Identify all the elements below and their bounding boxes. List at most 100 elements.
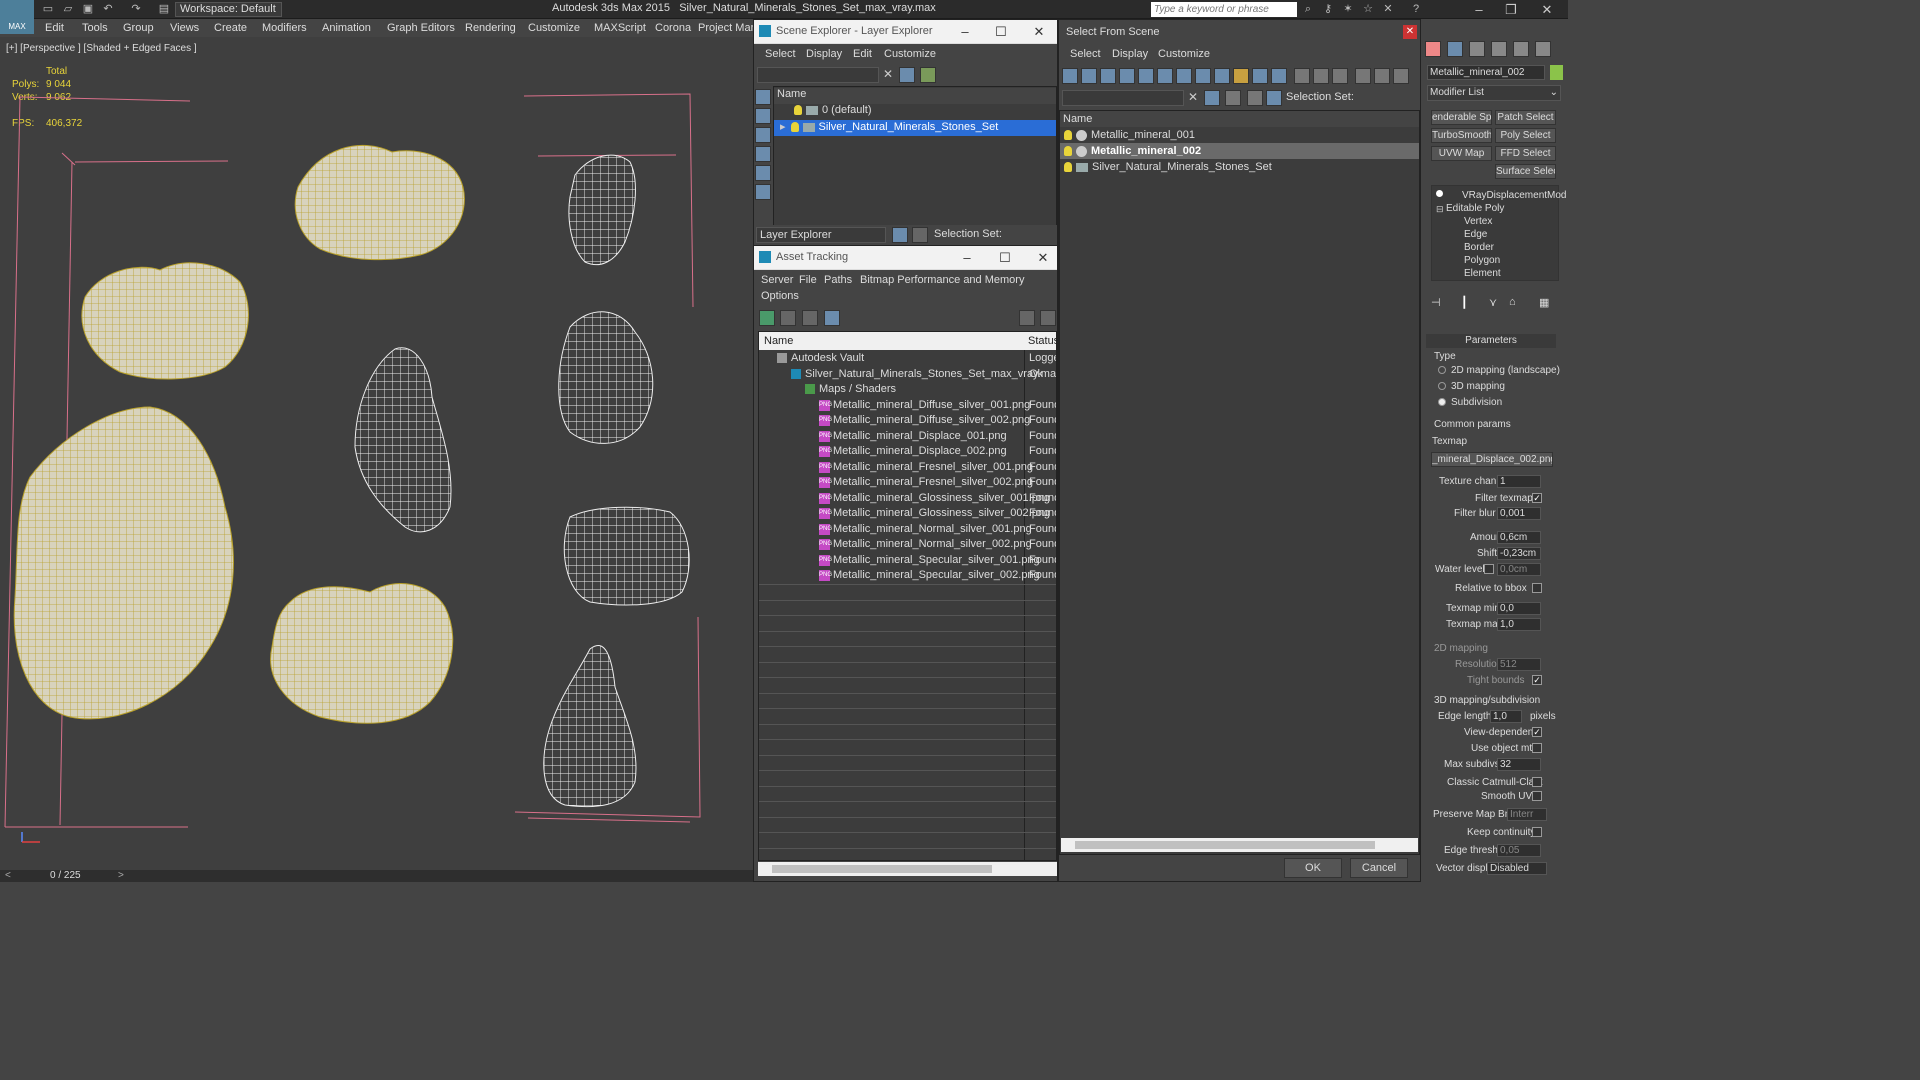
modifier-list-dropdown[interactable]: Modifier List ⌄ (1427, 85, 1561, 101)
modifier-btn-turbosmooth[interactable]: TurboSmooth (1431, 128, 1492, 143)
texmap-button[interactable]: _mineral_Displace_002.png) (1431, 452, 1553, 467)
sfs-lights-icon[interactable] (1100, 68, 1116, 84)
at-menu-options[interactable]: Options (761, 290, 799, 302)
sfs-containers-icon[interactable] (1233, 68, 1249, 84)
stone-mesh-4[interactable] (270, 583, 454, 724)
se-menu-display[interactable]: Display (806, 48, 842, 60)
sfs-find-filter-icon[interactable] (1204, 90, 1220, 106)
sfs-menu-customize[interactable]: Customize (1158, 48, 1210, 60)
menu-customize[interactable]: Customize (528, 22, 580, 34)
stone-wire-4[interactable] (563, 506, 690, 606)
filter-texmap-checkbox[interactable]: ✓ (1532, 493, 1542, 503)
se-name-header[interactable]: Name (774, 88, 1056, 104)
at-menu-bitmap[interactable]: Bitmap Performance and Memory (860, 274, 1024, 286)
menu-modifiers[interactable]: Modifiers (262, 22, 307, 34)
sfs-collapse-icon[interactable] (1393, 68, 1409, 84)
at-refresh-icon[interactable] (759, 310, 775, 326)
se-layers-icon[interactable] (920, 67, 936, 83)
new-file-icon[interactable]: ▭ (40, 2, 56, 17)
stone-wire-1[interactable] (568, 154, 636, 266)
smooth-uvs-checkbox[interactable] (1532, 791, 1542, 801)
se-menu-select[interactable]: Select (765, 48, 796, 60)
se-filter-icon[interactable] (899, 67, 915, 83)
edge-thresh-spinner[interactable]: 0,05 (1497, 844, 1541, 857)
app-logo[interactable]: MAX (0, 0, 34, 34)
classic-cc-checkbox[interactable] (1532, 777, 1542, 787)
filter-blur-spinner[interactable]: 0,001 (1497, 507, 1541, 520)
asset-row[interactable]: PNG Metallic_mineral_Specular_silver_001.… (759, 553, 1056, 569)
se-menu-edit[interactable]: Edit (853, 48, 872, 60)
open-file-icon[interactable]: ▱ (60, 2, 76, 17)
menu-project-manager[interactable]: Project Man (698, 22, 757, 34)
utilities-tab-icon[interactable] (1535, 41, 1551, 57)
se-menu-customize[interactable]: Customize (884, 48, 936, 60)
save-file-icon[interactable]: ▣ (80, 2, 96, 17)
stack-item-vray-displacement[interactable]: VRayDisplacementMod (1462, 190, 1567, 201)
menu-rendering[interactable]: Rendering (465, 22, 516, 34)
at-menu-paths[interactable]: Paths (824, 274, 852, 286)
sfs-hidden-icon[interactable] (1271, 68, 1287, 84)
sfs-spacewarps-icon[interactable] (1157, 68, 1173, 84)
asset-row[interactable]: Maps / Shaders (759, 382, 1056, 398)
undo-icon[interactable]: ↶ (100, 2, 116, 17)
asset-row[interactable]: PNG Metallic_mineral_Fresnel_silver_002.p… (759, 475, 1056, 491)
se-maximize-icon[interactable]: ☐ (986, 21, 1016, 43)
se-minimize-icon[interactable]: – (950, 21, 980, 43)
hierarchy-tab-icon[interactable] (1469, 41, 1485, 57)
max-subdivs-spinner[interactable]: 32 (1497, 758, 1541, 771)
modifier-btn-uvw-map[interactable]: UVW Map (1431, 146, 1492, 161)
asset-row[interactable]: PNG Metallic_mineral_Normal_silver_001.pn… (759, 522, 1056, 538)
modifier-btn-ffd-select[interactable]: FFD Select (1495, 146, 1556, 161)
menu-corona[interactable]: Corona (655, 22, 691, 34)
vector-displ-dropdown[interactable]: Disabled (1487, 862, 1547, 875)
asset-row[interactable]: PNG Metallic_mineral_Normal_silver_002.pn… (759, 537, 1056, 553)
stack-item-edge[interactable]: Edge (1464, 229, 1487, 240)
resolution-spinner[interactable]: 512 (1497, 658, 1541, 671)
stack-item-polygon[interactable]: Polygon (1464, 255, 1500, 266)
stack-collapse-icon[interactable]: ⊟ (1436, 204, 1444, 215)
se-display-cameras-icon[interactable] (755, 165, 771, 181)
sfs-filter-icon[interactable] (1355, 68, 1371, 84)
show-end-result-icon[interactable]: ┃ (1461, 296, 1468, 309)
at-help-icon[interactable] (1019, 310, 1035, 326)
workspace-dropdown[interactable]: Workspace: Default (175, 2, 282, 17)
tight-bounds-checkbox[interactable]: ✓ (1532, 675, 1542, 685)
explorer-type-dropdown[interactable]: Layer Explorer (756, 227, 886, 243)
at-table-icon[interactable] (824, 310, 840, 326)
close-icon[interactable]: ✕ (1536, 1, 1558, 18)
time-prev-icon[interactable]: < (5, 870, 11, 881)
preserve-map-bnd-dropdown[interactable]: Interr (1507, 808, 1547, 821)
connect-icon[interactable]: ✶ (1340, 2, 1356, 17)
se-footer-layers-icon[interactable] (892, 227, 908, 243)
visibility-bulb-icon[interactable] (790, 122, 799, 133)
sfs-clear-icon[interactable]: ✕ (1188, 90, 1198, 104)
radio-3d-mapping[interactable] (1438, 382, 1446, 390)
display-tab-icon[interactable] (1513, 41, 1529, 57)
cancel-button[interactable]: Cancel (1350, 858, 1408, 878)
configure-sets-icon[interactable]: ▦ (1539, 296, 1549, 309)
at-col-name[interactable]: Name (764, 335, 793, 347)
asset-row[interactable]: PNG Metallic_mineral_Displace_002.png Foun… (759, 444, 1056, 460)
sfs-menu-select[interactable]: Select (1070, 48, 1101, 60)
asset-row[interactable]: PNG Metallic_mineral_Displace_001.png Foun… (759, 429, 1056, 445)
modify-tab-icon[interactable] (1447, 41, 1463, 57)
se-close-icon[interactable]: ✕ (1024, 21, 1054, 43)
se-display-helpers-icon[interactable] (755, 184, 771, 200)
stack-item-vertex[interactable]: Vertex (1464, 216, 1492, 227)
asset-row[interactable]: PNG Metallic_mineral_Diffuse_silver_002.p… (759, 413, 1056, 429)
edge-length-spinner[interactable]: 1,0 (1490, 710, 1522, 723)
shift-spinner[interactable]: -0,23cm (1497, 547, 1541, 560)
stone-mesh-3[interactable] (13, 406, 234, 720)
stack-item-border[interactable]: Border (1464, 242, 1494, 253)
at-tree-icon[interactable] (802, 310, 818, 326)
stack-item-editable-poly[interactable]: Editable Poly (1446, 203, 1504, 214)
stack-item-element[interactable]: Element (1464, 268, 1501, 279)
se-display-shapes-icon[interactable] (755, 127, 771, 143)
asset-row[interactable]: PNG Metallic_mineral_Glossiness_silver_00… (759, 491, 1056, 507)
sfs-select-none-icon[interactable] (1313, 68, 1329, 84)
water-level-spinner[interactable]: 0,0cm (1497, 563, 1541, 576)
sfs-close-icon[interactable]: ✕ (1403, 25, 1417, 39)
view-dependent-checkbox[interactable]: ✓ (1532, 727, 1542, 737)
create-tab-icon[interactable] (1425, 41, 1441, 57)
ok-button[interactable]: OK (1284, 858, 1342, 878)
